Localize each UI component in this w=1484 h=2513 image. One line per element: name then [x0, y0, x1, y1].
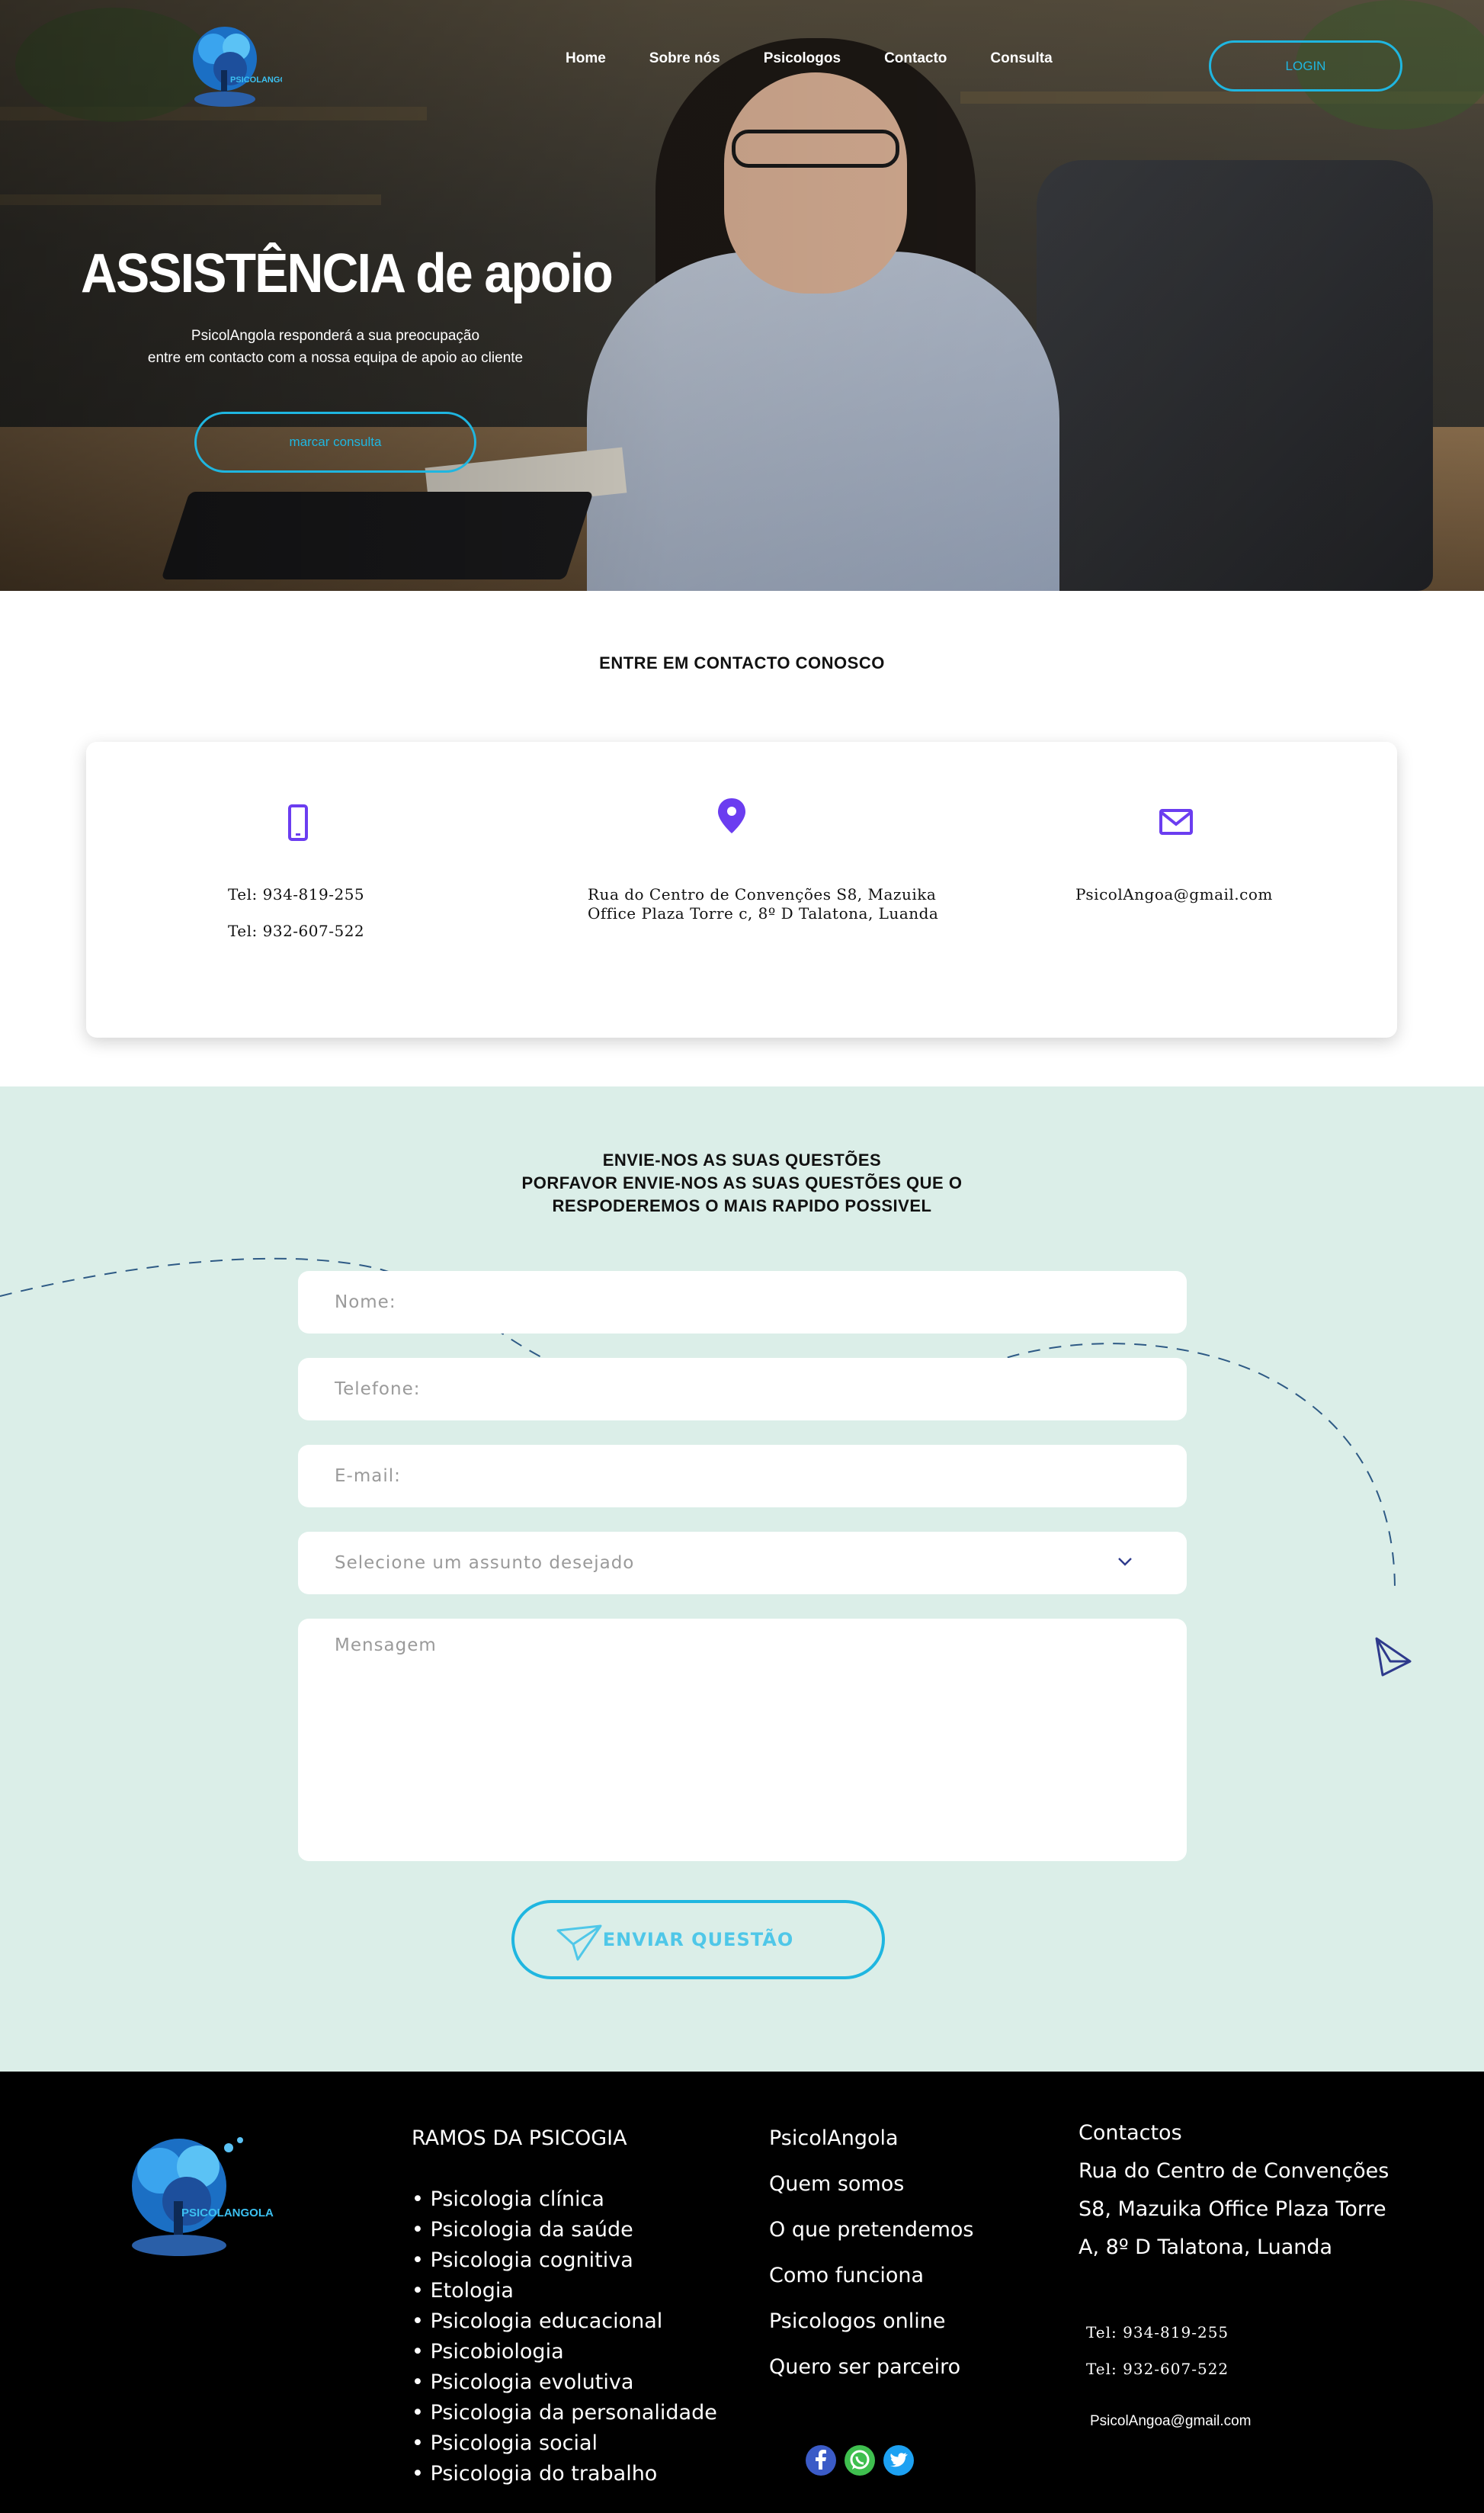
branches-title: RAMOS DA PSICOGIA: [412, 2126, 627, 2150]
footer-link-psychologists[interactable]: Psicologos online: [769, 2299, 973, 2345]
form-heading-line: PORFAVOR ENVIE-NOS AS SUAS QUESTÕES QUE …: [521, 1173, 963, 1192]
contact-info-card: Tel: 934-819-255 Tel: 932-607-522 Rua do…: [86, 742, 1397, 1038]
form-heading-line: ENVIE-NOS AS SUAS QUESTÕES: [602, 1151, 882, 1170]
twitter-icon[interactable]: [883, 2445, 914, 2476]
nav-appointment[interactable]: Consulta: [990, 50, 1052, 67]
branches-column: RAMOS DA PSICOGIA • Psicologia clínica •…: [412, 2123, 717, 2489]
location-pin-icon: [718, 798, 745, 833]
paper-plane-icon: [1375, 1637, 1412, 1677]
send-button-label: ENVIAR QUESTÃO: [602, 1929, 794, 1950]
nav-home[interactable]: Home: [566, 50, 606, 67]
hero-title: ASSISTÊNCIA de apoio: [81, 243, 614, 304]
branch-item: • Psicologia da personalidade: [412, 2401, 717, 2425]
email-address[interactable]: PsicolAngoa@gmail.com: [1075, 885, 1273, 904]
hero-section: PSICOLANGOLA Home Sobre nós Psicologos C…: [0, 0, 1484, 591]
footer-link-how-it-works[interactable]: Como funciona: [769, 2253, 973, 2299]
send-question-button[interactable]: ENVIAR QUESTÃO: [511, 1900, 885, 1979]
main-nav: Home Sobre nós Psicologos Contacto Consu…: [566, 50, 1096, 67]
logo-text: PSICOLANGOLA: [230, 75, 282, 85]
form-heading-line: RESPODEREMOS O MAIS RAPIDO POSSIVEL: [552, 1196, 932, 1215]
branch-item: • Psicologia da saúde: [412, 2218, 633, 2242]
footer-link-partner[interactable]: Quero ser parceiro: [769, 2345, 973, 2390]
footer-link-psicolangola[interactable]: PsicolAngola: [769, 2116, 973, 2162]
send-plane-icon: [556, 1924, 602, 1961]
address-column: Rua do Centro de Convenções S8, Mazuika …: [523, 742, 960, 1038]
email-input[interactable]: E-mail:: [298, 1445, 1187, 1507]
footer-address-line: S8, Mazuika Office Plaza Torre: [1079, 2197, 1386, 2221]
site-footer: PSICOLANGOLA RAMOS DA PSICOGIA • Psicolo…: [0, 2072, 1484, 2513]
hero-subtitle-line: PsicolAngola responderá a sua preocupaçã…: [191, 328, 480, 344]
branch-item: • Psicologia evolutiva: [412, 2370, 634, 2394]
form-heading: ENVIE-NOS AS SUAS QUESTÕES PORFAVOR ENVI…: [0, 1149, 1484, 1218]
hero-subtitle-line: entre em contacto com a nossa equipa de …: [147, 350, 524, 366]
branch-item: • Psicologia do trabalho: [412, 2462, 658, 2486]
nav-psychologists[interactable]: Psicologos: [764, 50, 841, 67]
footer-logo-text: PSICOLANGOLA: [181, 2206, 274, 2219]
branch-item: • Psicologia social: [412, 2431, 598, 2455]
subject-select[interactable]: Selecione um assunto desejado: [298, 1532, 1187, 1594]
branches-list: • Psicologia clínica • Psicologia da saú…: [412, 2184, 717, 2489]
mail-icon: [1159, 809, 1193, 835]
links-column: PsicolAngola Quem somos O que pretendemo…: [769, 2116, 973, 2390]
nav-contact[interactable]: Contacto: [884, 50, 947, 67]
footer-logo[interactable]: PSICOLANGOLA: [114, 2125, 274, 2270]
phone-1[interactable]: Tel: 934-819-255: [228, 885, 364, 904]
message-textarea[interactable]: Mensagem: [298, 1619, 1187, 1861]
phone-input[interactable]: Telefone:: [298, 1358, 1187, 1420]
email-column: PsicolAngoa@gmail.com: [960, 742, 1397, 1038]
login-button[interactable]: LOGIN: [1209, 40, 1402, 91]
chevron-down-icon: [1118, 1558, 1132, 1566]
footer-tel-1[interactable]: Tel: 934-819-255: [1086, 2314, 1389, 2351]
footer-address-line: Rua do Centro de Convenções: [1079, 2159, 1389, 2183]
branch-item: • Psicologia clínica: [412, 2187, 604, 2211]
footer-links: PsicolAngola Quem somos O que pretendemo…: [769, 2116, 973, 2390]
book-appointment-button[interactable]: marcar consulta: [194, 412, 476, 473]
whatsapp-icon[interactable]: [845, 2445, 875, 2476]
subject-select-value: Selecione um assunto desejado: [335, 1553, 635, 1573]
phone-2[interactable]: Tel: 932-607-522: [228, 922, 364, 941]
footer-link-goals[interactable]: O que pretendemos: [769, 2207, 973, 2253]
phone-column: Tel: 934-819-255 Tel: 932-607-522: [86, 742, 523, 1038]
name-input[interactable]: Nome:: [298, 1271, 1187, 1334]
footer-address-line: A, 8º D Talatona, Luanda: [1079, 2235, 1333, 2259]
branch-item: • Etologia: [412, 2279, 514, 2303]
brand-logo[interactable]: PSICOLANGOLA: [183, 17, 282, 116]
questions-section: ENVIE-NOS AS SUAS QUESTÕES PORFAVOR ENVI…: [0, 1086, 1484, 2072]
branch-item: • Psicologia educacional: [412, 2309, 663, 2333]
branch-item: • Psicobiologia: [412, 2340, 564, 2364]
footer-contact-title: Contactos: [1079, 2121, 1182, 2145]
smartphone-icon: [288, 804, 308, 841]
contact-column: Contactos Rua do Centro de Convenções S8…: [1079, 2114, 1389, 2430]
hero-subtitle: PsicolAngola responderá a sua preocupaçã…: [122, 325, 549, 369]
branch-item: • Psicologia cognitiva: [412, 2248, 633, 2272]
nav-about[interactable]: Sobre nós: [649, 50, 720, 67]
footer-tel-2[interactable]: Tel: 932-607-522: [1086, 2351, 1389, 2387]
footer-link-about[interactable]: Quem somos: [769, 2162, 973, 2207]
address-line: Rua do Centro de Convenções S8, Mazuika: [588, 885, 937, 903]
facebook-icon[interactable]: [806, 2445, 836, 2476]
social-links: [806, 2445, 914, 2476]
address-line: Office Plaza Torre c, 8º D Talatona, Lua…: [588, 904, 939, 923]
contact-heading: ENTRE EM CONTACTO CONOSCO: [599, 653, 885, 672]
footer-email[interactable]: PsicolAngoa@gmail.com: [1090, 2413, 1389, 2430]
